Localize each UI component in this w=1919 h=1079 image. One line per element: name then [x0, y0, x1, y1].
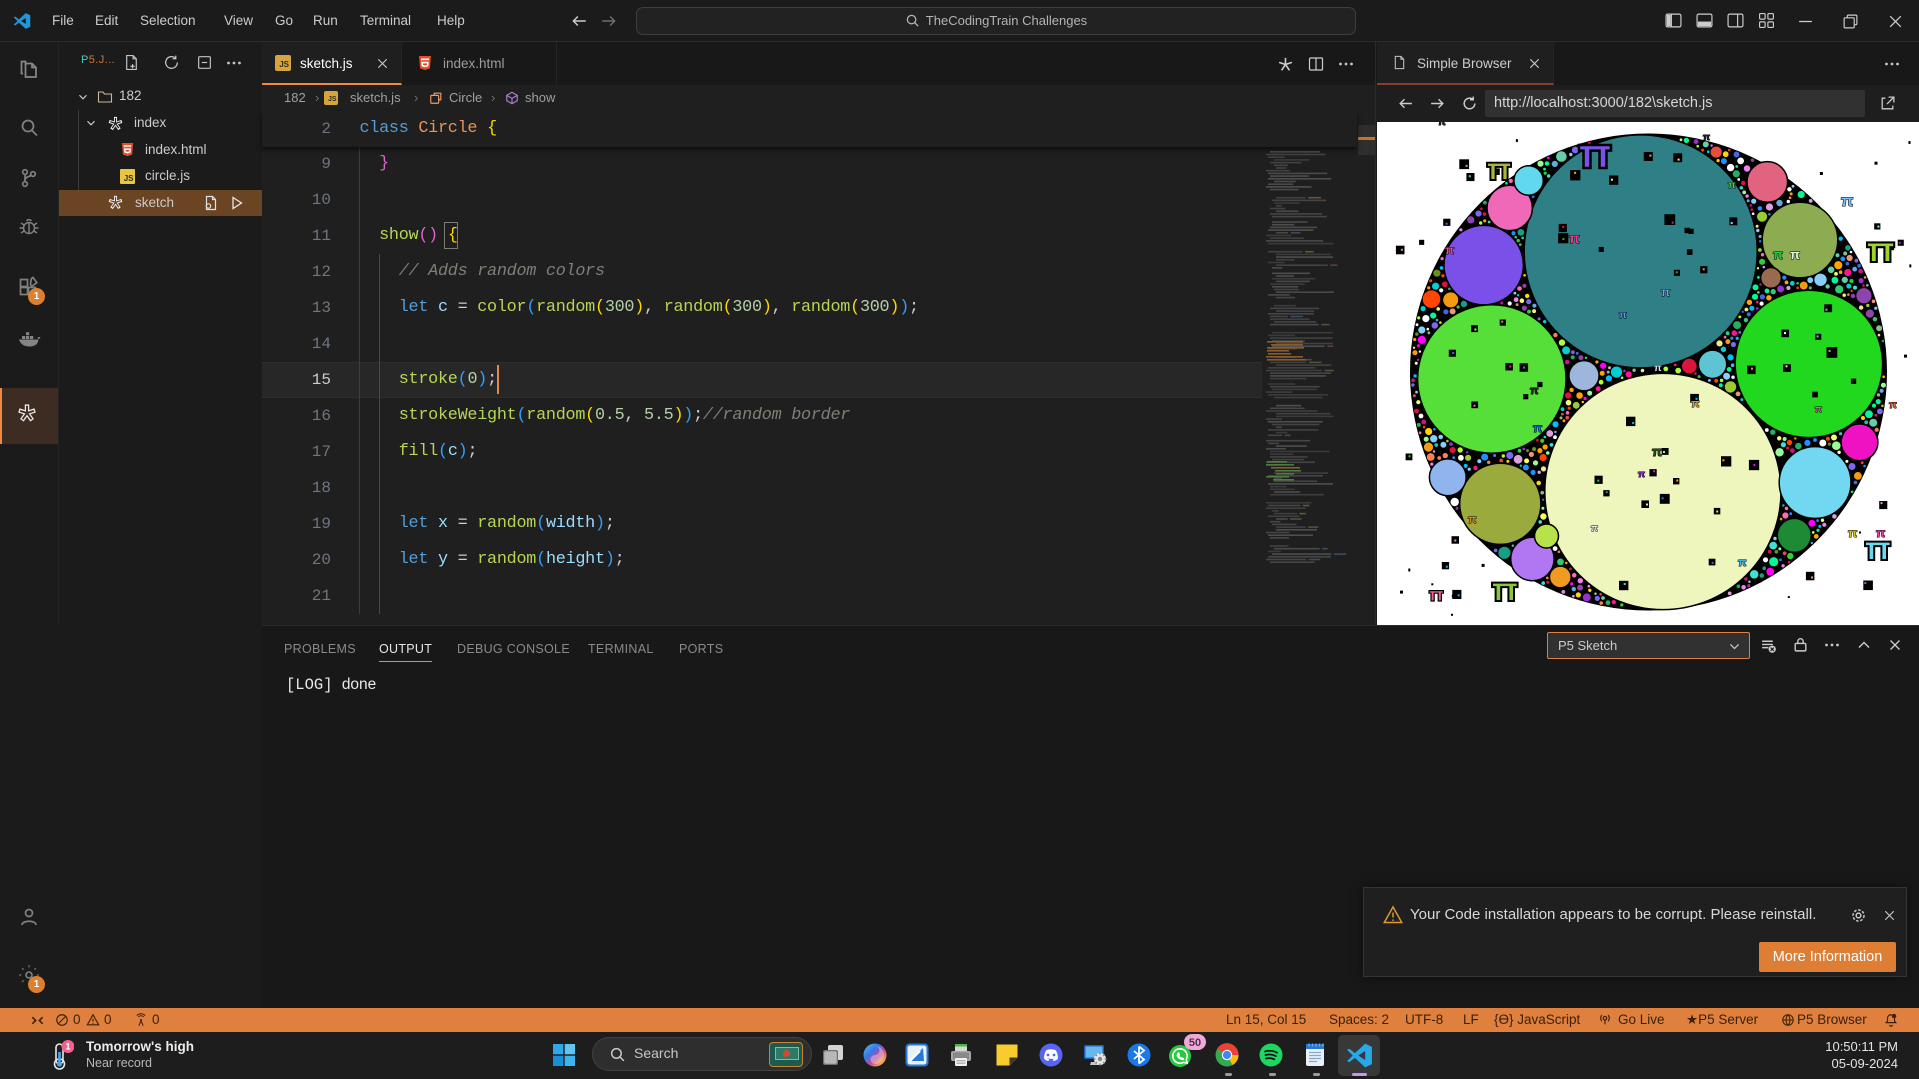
- svg-text:π: π: [1876, 526, 1885, 540]
- svg-text:π: π: [1703, 132, 1710, 142]
- svg-text:1: 1: [65, 1042, 70, 1052]
- svg-text:π: π: [1738, 557, 1747, 569]
- svg-text:π: π: [1530, 385, 1539, 397]
- svg-text:π: π: [1445, 243, 1454, 257]
- svg-text:π: π: [1815, 404, 1822, 414]
- svg-text:π: π: [1638, 469, 1645, 479]
- svg-text:50: 50: [1189, 1037, 1201, 1049]
- svg-text:π: π: [1841, 193, 1853, 210]
- svg-text:π: π: [1438, 122, 1446, 128]
- svg-text:π: π: [1790, 247, 1800, 262]
- svg-text:π: π: [1728, 180, 1736, 191]
- svg-text:π: π: [1569, 230, 1580, 246]
- svg-text:π: π: [1619, 310, 1627, 321]
- svg-text:π: π: [1591, 523, 1598, 533]
- svg-text:π: π: [1889, 400, 1897, 411]
- svg-text:π: π: [1533, 421, 1542, 435]
- svg-text:π: π: [1652, 444, 1662, 459]
- svg-text:π: π: [1691, 398, 1700, 410]
- svg-text:π: π: [1848, 526, 1857, 540]
- svg-text:π: π: [1654, 363, 1662, 374]
- svg-text:π: π: [1468, 514, 1477, 526]
- svg-text:π: π: [1773, 247, 1783, 262]
- svg-text:π: π: [1661, 285, 1670, 299]
